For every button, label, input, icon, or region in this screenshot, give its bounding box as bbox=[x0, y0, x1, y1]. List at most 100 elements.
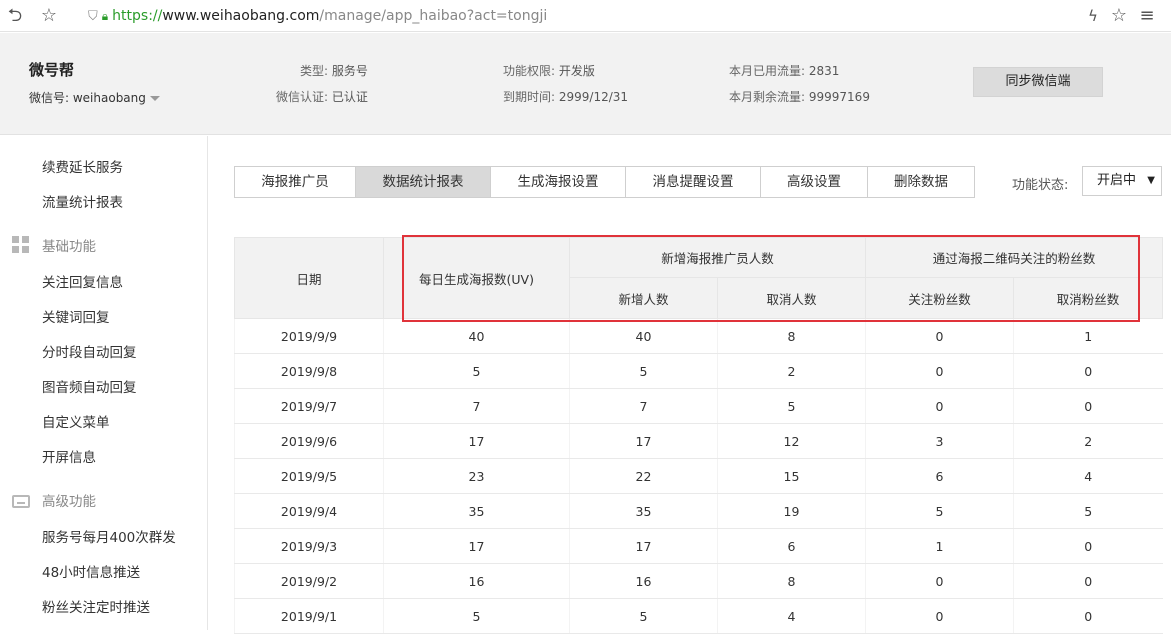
used-label: 本月已用流量: bbox=[729, 64, 806, 78]
cell-follow-fans: 5 bbox=[865, 493, 1014, 529]
header-fans-group: 通过海报二维码关注的粉丝数 bbox=[865, 237, 1164, 278]
cell-date: 2019/9/9 bbox=[234, 318, 384, 354]
cell-daily-posters: 5 bbox=[383, 353, 570, 389]
cell-cancel-count: 5 bbox=[716, 388, 866, 424]
lightning-icon[interactable]: ϟ bbox=[1082, 5, 1104, 27]
cell-new-count: 17 bbox=[569, 528, 718, 564]
account-permission: 功能权限: 开发版 bbox=[503, 62, 595, 79]
inbox-icon bbox=[12, 494, 30, 508]
header-unfollow-fans: 取消粉丝数 bbox=[1013, 277, 1164, 319]
url-protocol: https:// bbox=[112, 8, 163, 24]
cell-date: 2019/9/3 bbox=[234, 528, 384, 564]
remain-value: 99997169 bbox=[808, 90, 870, 104]
tab-delete-data[interactable]: 删除数据 bbox=[868, 167, 974, 197]
url-path: /manage/app_haibao?act=tongji bbox=[319, 8, 548, 24]
cell-cancel-count: 15 bbox=[716, 458, 866, 494]
statistics-table-container: 日期 每日生成海报数(UV) 新增海报推广员人数 通过海报二维码关注的粉丝数 新… bbox=[234, 237, 1164, 634]
cell-new-count: 5 bbox=[569, 598, 718, 634]
tab-bar: 海报推广员 数据统计报表 生成海报设置 消息提醒设置 高级设置 删除数据 bbox=[234, 166, 975, 198]
tab-advanced-settings[interactable]: 高级设置 bbox=[761, 167, 868, 197]
cell-unfollow-fans: 0 bbox=[1013, 353, 1163, 389]
cell-follow-fans: 0 bbox=[865, 353, 1014, 389]
cell-date: 2019/9/6 bbox=[234, 423, 384, 459]
cell-follow-fans: 0 bbox=[865, 598, 1014, 634]
expire-label: 到期时间: bbox=[503, 90, 556, 104]
cell-unfollow-fans: 0 bbox=[1013, 598, 1163, 634]
sidebar-item-mass-send[interactable]: 服务号每月400次群发 bbox=[42, 526, 176, 546]
bookmark-star-icon[interactable]: ☆ bbox=[1108, 5, 1130, 27]
header-date: 日期 bbox=[234, 237, 384, 319]
wechat-id: 微信号: weihaobang bbox=[29, 91, 146, 105]
account-expire: 到期时间: 2999/12/31 bbox=[503, 88, 628, 105]
cell-follow-fans: 1 bbox=[865, 528, 1014, 564]
sidebar-item-keyword-reply[interactable]: 关键词回复 bbox=[42, 306, 110, 326]
sidebar-group-advanced-label: 高级功能 bbox=[42, 494, 96, 510]
feature-status-label: 功能状态: bbox=[1012, 178, 1069, 193]
account-switcher[interactable]: 微信号: weihaobang bbox=[29, 89, 160, 106]
cell-unfollow-fans: 0 bbox=[1013, 388, 1163, 424]
header-follow-fans: 关注粉丝数 bbox=[865, 277, 1015, 319]
url-host: www.weihaobang.com bbox=[162, 8, 320, 24]
cell-date: 2019/9/4 bbox=[234, 493, 384, 529]
sidebar-item-follow-reply[interactable]: 关注回复信息 bbox=[42, 271, 123, 291]
cell-follow-fans: 0 bbox=[865, 388, 1014, 424]
cell-new-count: 7 bbox=[569, 388, 718, 424]
type-value: 服务号 bbox=[331, 64, 368, 78]
cell-follow-fans: 0 bbox=[865, 563, 1014, 599]
perm-label: 功能权限: bbox=[503, 64, 556, 78]
cell-daily-posters: 5 bbox=[383, 598, 570, 634]
lock-icon: 🔒︎ bbox=[101, 8, 109, 23]
browser-toolbar: ⮌ ☆ ⛉ 🔒︎ https://www.weihaobang.com/mana… bbox=[0, 0, 1171, 32]
cell-daily-posters: 23 bbox=[383, 458, 570, 494]
tab-statistics-report[interactable]: 数据统计报表 bbox=[356, 167, 491, 197]
feature-status-select[interactable]: 开启中 ▼ bbox=[1082, 166, 1162, 196]
cell-cancel-count: 6 bbox=[716, 528, 866, 564]
address-bar[interactable]: ⛉ 🔒︎ https://www.weihaobang.com/manage/a… bbox=[88, 6, 547, 26]
table-row: 2019/9/5 23 22 15 6 4 bbox=[234, 458, 1163, 494]
cell-follow-fans: 0 bbox=[865, 318, 1014, 354]
table-row: 2019/9/4 35 35 19 5 5 bbox=[234, 493, 1163, 529]
cell-date: 2019/9/1 bbox=[234, 598, 384, 634]
tab-notification-settings[interactable]: 消息提醒设置 bbox=[626, 167, 761, 197]
traffic-remaining: 本月剩余流量: 99997169 bbox=[729, 88, 870, 105]
cell-unfollow-fans: 1 bbox=[1013, 318, 1163, 354]
cell-date: 2019/9/7 bbox=[234, 388, 384, 424]
cell-unfollow-fans: 0 bbox=[1013, 528, 1163, 564]
sidebar-item-custom-menu[interactable]: 自定义菜单 bbox=[42, 411, 110, 431]
used-value: 2831 bbox=[808, 64, 840, 78]
dropdown-arrow-icon: ▼ bbox=[1147, 175, 1155, 186]
sidebar-item-splash-info[interactable]: 开屏信息 bbox=[42, 446, 96, 466]
cell-cancel-count: 12 bbox=[716, 423, 866, 459]
expire-value: 2999/12/31 bbox=[558, 90, 629, 104]
back-icon[interactable]: ⮌ bbox=[4, 5, 26, 27]
sidebar-item-renew[interactable]: 续费延长服务 bbox=[42, 156, 123, 176]
star-icon[interactable]: ☆ bbox=[38, 5, 60, 27]
sidebar-item-timed-reply[interactable]: 分时段自动回复 bbox=[42, 341, 137, 361]
header-new-promoters-group: 新增海报推广员人数 bbox=[568, 237, 867, 278]
tab-poster-promoters[interactable]: 海报推广员 bbox=[235, 167, 356, 197]
sidebar-item-48h-push[interactable]: 48小时信息推送 bbox=[42, 561, 140, 581]
account-verify: 微信认证: 已认证 bbox=[276, 88, 368, 105]
statistics-table: 日期 每日生成海报数(UV) 新增海报推广员人数 通过海报二维码关注的粉丝数 新… bbox=[234, 237, 1164, 634]
feature-status-value: 开启中 bbox=[1097, 173, 1137, 188]
cell-cancel-count: 8 bbox=[716, 563, 866, 599]
account-header: 微号帮 微信号: weihaobang 类型: 服务号 微信认证: 已认证 功能… bbox=[0, 33, 1171, 135]
sidebar-item-traffic-report[interactable]: 流量统计报表 bbox=[42, 191, 123, 211]
chevron-down-icon bbox=[149, 96, 160, 101]
header-cancel-count: 取消人数 bbox=[716, 277, 867, 319]
table-row: 2019/9/7 7 7 5 0 0 bbox=[234, 388, 1163, 424]
cell-follow-fans: 3 bbox=[865, 423, 1014, 459]
sidebar-item-media-reply[interactable]: 图音频自动回复 bbox=[42, 376, 137, 396]
tab-poster-settings[interactable]: 生成海报设置 bbox=[491, 167, 626, 197]
cell-date: 2019/9/8 bbox=[234, 353, 384, 389]
cell-daily-posters: 7 bbox=[383, 388, 570, 424]
cell-unfollow-fans: 5 bbox=[1013, 493, 1163, 529]
sidebar-item-scheduled-push[interactable]: 粉丝关注定时推送 bbox=[42, 596, 150, 616]
cell-new-count: 16 bbox=[569, 563, 718, 599]
table-row: 2019/9/8 5 5 2 0 0 bbox=[234, 353, 1163, 389]
cell-new-count: 5 bbox=[569, 353, 718, 389]
sidebar-group-advanced: 高级功能 bbox=[12, 490, 96, 510]
menu-icon[interactable]: ≡ bbox=[1136, 5, 1158, 27]
sync-wechat-button[interactable]: 同步微信端 bbox=[973, 67, 1103, 97]
cell-cancel-count: 8 bbox=[716, 318, 866, 354]
